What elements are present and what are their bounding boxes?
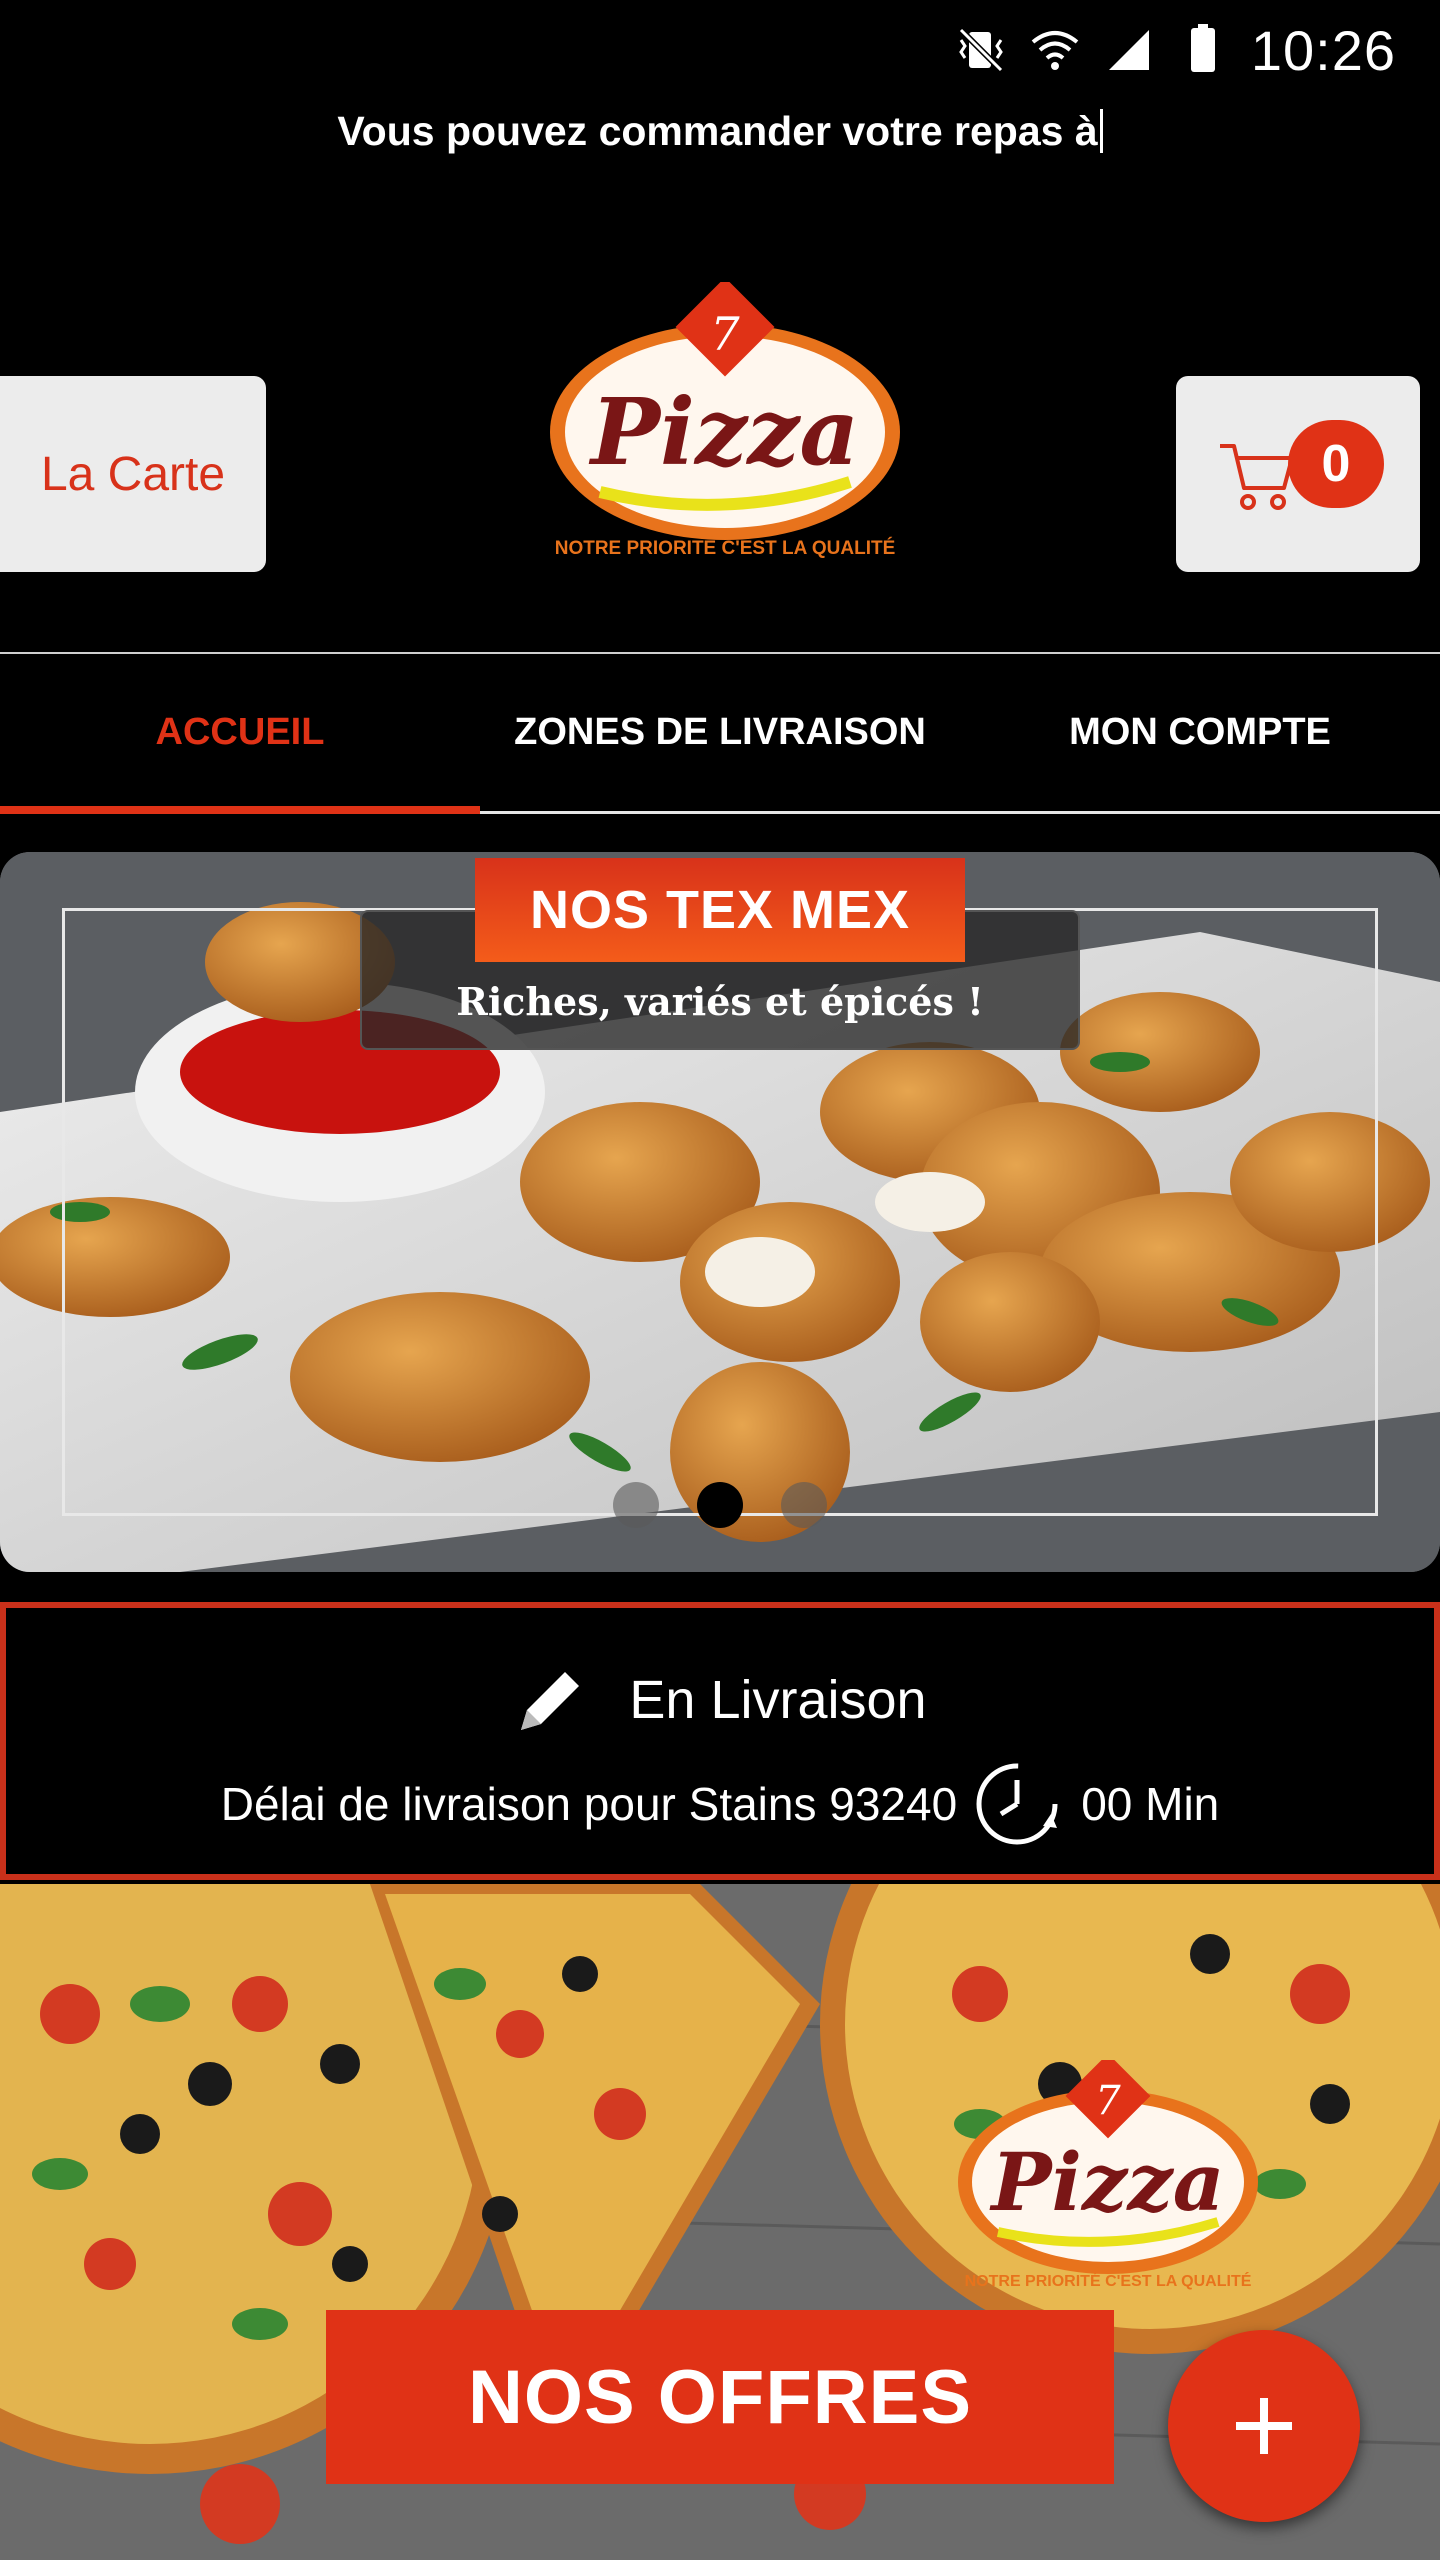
logo-name: Pizza [588, 378, 859, 486]
status-bar: 10:26 [0, 0, 1440, 100]
logo-tagline: NOTRE PRIORITÉ C'EST LA QUALITÉ [965, 2271, 1252, 2290]
delivery-mode: En Livraison [629, 1670, 927, 1730]
info-ticker: Vous pouvez commander votre repas à [0, 108, 1440, 155]
carousel-dot[interactable] [781, 1482, 827, 1528]
carousel-dot[interactable] [613, 1482, 659, 1528]
tab-zones-de-livraison[interactable]: ZONES DE LIVRAISON [480, 654, 960, 811]
delivery-delay-row: Délai de livraison pour Stains 93240 00 … [6, 1756, 1434, 1852]
logo-name: Pizza [989, 2135, 1224, 2229]
tab-mon-compte[interactable]: MON COMPTE [960, 654, 1440, 811]
logo-number: 7 [1095, 2078, 1121, 2124]
delivery-delay-text: Délai de livraison pour Stains 93240 [220, 1778, 958, 1830]
wifi-icon [1031, 31, 1079, 70]
plus-icon [1236, 2398, 1292, 2454]
signal-icon [1108, 30, 1149, 70]
battery-icon [1190, 24, 1215, 72]
promo-carousel[interactable]: NOS TEX MEX Riches, variés et épicés ! [0, 852, 1440, 1572]
status-icons: 10:26 [955, 14, 1396, 86]
menu-button-label: La Carte [40, 447, 226, 501]
tab-accueil[interactable]: ACCUEIL [0, 654, 480, 814]
status-time: 10:26 [1250, 18, 1396, 82]
ticker-text: Vous pouvez commander votre repas à [337, 108, 1098, 154]
cart-count-badge: 0 [1288, 420, 1384, 508]
cart-icon [1220, 444, 1294, 510]
text-caret [1099, 109, 1103, 153]
vibrate-mute-icon [958, 27, 1003, 73]
add-fab-button[interactable] [1168, 2330, 1360, 2522]
main-tabs: ACCUEIL ZONES DE LIVRAISON MON COMPTE [0, 652, 1440, 814]
delivery-info[interactable]: En Livraison Délai de livraison pour Sta… [0, 1602, 1440, 1880]
banner-title: NOS TEX MEX [475, 858, 965, 962]
carousel-dot-active[interactable] [697, 1482, 743, 1528]
pencil-icon[interactable] [513, 1662, 589, 1738]
clock-icon [976, 1763, 1058, 1845]
brand-logo-watermark: 7 Pizza NOTRE PRIORITÉ C'EST LA QUALITÉ [958, 2060, 1258, 2290]
carousel-indicators [0, 1482, 1440, 1528]
menu-button[interactable]: La Carte [0, 376, 266, 572]
logo-tagline: NOTRE PRIORITÉ C'EST LA QUALITÉ [555, 537, 896, 559]
delivery-delay-value: 00 Min [1081, 1778, 1220, 1830]
logo-number: 7 [710, 307, 740, 361]
brand-logo: 7 Pizza NOTRE PRIORITÉ C'EST LA QUALITÉ [550, 282, 900, 559]
cart-button[interactable]: 0 [1176, 376, 1420, 572]
delivery-mode-row: En Livraison [6, 1662, 1434, 1738]
offers-button[interactable]: NOS OFFRES [326, 2310, 1114, 2484]
